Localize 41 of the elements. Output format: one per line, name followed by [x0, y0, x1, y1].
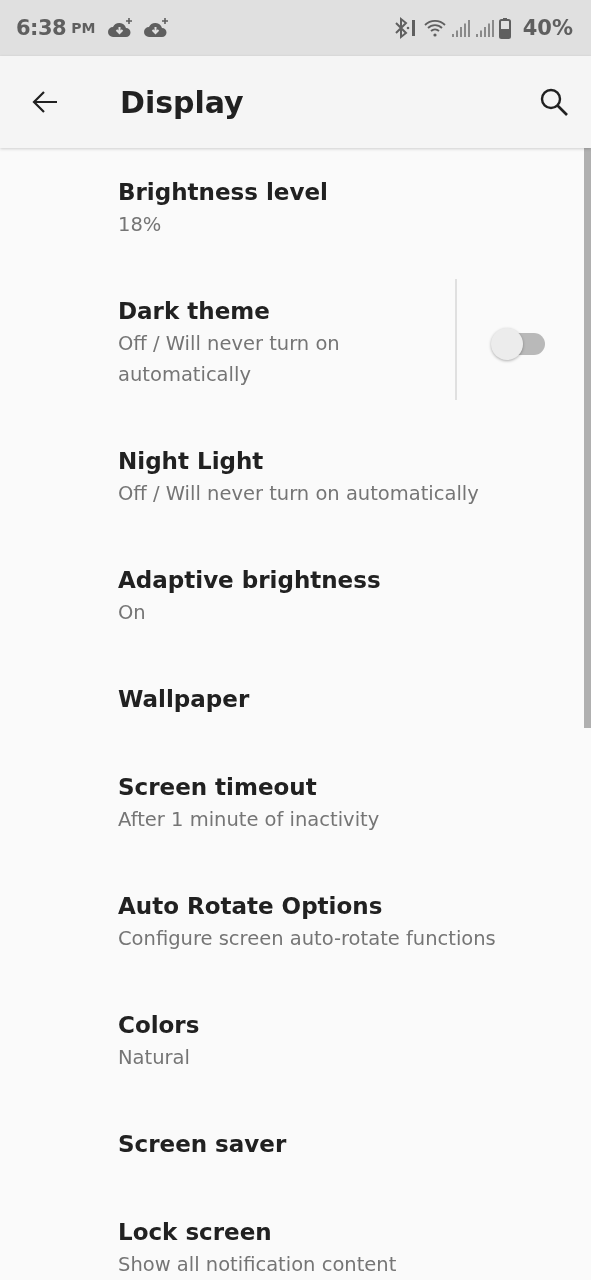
signal-icon	[474, 18, 495, 38]
setting-summary: Configure screen auto-rotate functions	[118, 926, 497, 952]
setting-title: Wallpaper	[118, 685, 251, 714]
setting-title: Screen saver	[118, 1130, 288, 1159]
setting-summary: Show all notification content	[118, 1252, 398, 1278]
setting-title: Colors	[118, 1011, 201, 1040]
setting-summary: Natural	[118, 1045, 191, 1071]
setting-summary: On	[118, 600, 147, 626]
setting-title: Lock screen	[118, 1218, 273, 1247]
cloud-download-icon	[143, 17, 170, 39]
setting-title: Dark theme	[118, 297, 271, 326]
setting-summary: Off / Will never turn on automatically	[118, 331, 341, 388]
battery-percentage: 40%	[522, 16, 573, 40]
settings-item[interactable]: Brightness level 18%	[0, 148, 584, 267]
settings-item[interactable]: Dark theme Off / Will never turn on automatically	[0, 267, 584, 417]
bluetooth-icon	[392, 16, 417, 40]
settings-item[interactable]: Wallpaper	[0, 655, 584, 743]
settings-item[interactable]: Adaptive brightness On	[0, 536, 584, 655]
clock-period: PM	[71, 20, 96, 36]
battery-icon	[498, 17, 511, 39]
settings-item[interactable]: Night Light Off / Will never turn on automatically	[0, 417, 584, 536]
settings-item[interactable]: Lock screen Show all notification content	[0, 1188, 584, 1280]
clock: 6:38	[16, 16, 67, 40]
settings-item[interactable]: Screen saver	[0, 1100, 584, 1188]
page-title: Display	[120, 84, 245, 120]
setting-summary: 18%	[118, 212, 163, 238]
cloud-download-icon	[107, 17, 134, 39]
scrollbar[interactable]	[584, 148, 591, 728]
settings-item[interactable]: Screen timeout After 1 minute of inactivity	[0, 743, 584, 862]
wifi-icon	[422, 17, 447, 39]
setting-summary: Off / Will never turn on automatically	[118, 481, 480, 507]
setting-title: Night Light	[118, 447, 265, 476]
setting-title: Auto Rotate Options	[118, 892, 384, 921]
setting-title: Adaptive brightness	[118, 566, 382, 595]
settings-item[interactable]: Auto Rotate Options Configure screen auto-rotate functions	[0, 862, 584, 981]
setting-summary: After 1 minute of inactivity	[118, 807, 381, 833]
setting-title: Screen timeout	[118, 773, 318, 802]
setting-title: Brightness level	[118, 178, 329, 207]
signal-icon	[450, 18, 471, 38]
search-button[interactable]	[539, 87, 569, 117]
settings-item[interactable]: Colors Natural	[0, 981, 584, 1100]
